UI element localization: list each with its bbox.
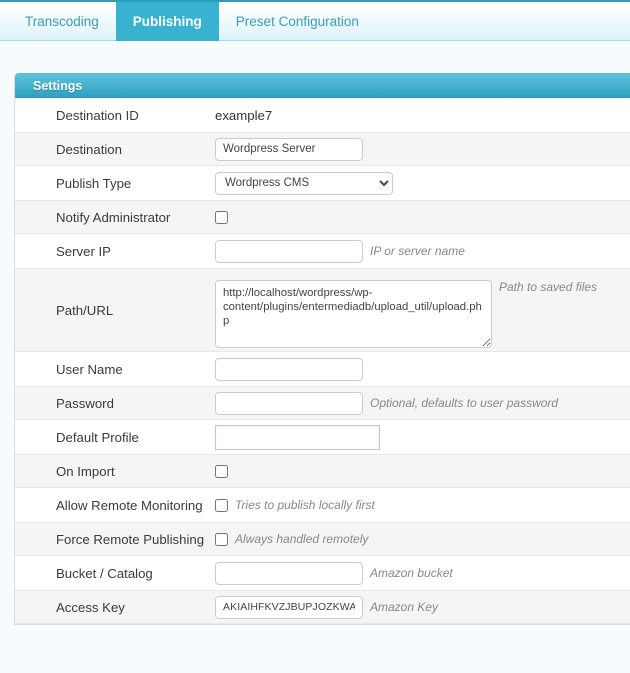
settings-panel-header: Settings xyxy=(15,73,630,98)
allow-remote-monitoring-checkbox[interactable] xyxy=(215,498,228,512)
row-default-profile: Default Profile xyxy=(15,420,630,454)
hint-bucket-catalog: Amazon bucket xyxy=(370,566,453,580)
row-user-name: User Name xyxy=(15,352,630,386)
field-force-remote-publishing: Always handled remotely xyxy=(215,532,630,546)
row-destination: Destination xyxy=(15,132,630,166)
field-access-key: Amazon Key xyxy=(215,595,630,619)
notify-administrator-checkbox[interactable] xyxy=(215,210,228,224)
row-password: Password Optional, defaults to user pass… xyxy=(15,386,630,420)
default-profile-input[interactable] xyxy=(215,424,380,450)
password-input[interactable] xyxy=(215,391,363,415)
user-name-input[interactable] xyxy=(215,357,363,381)
row-notify-administrator: Notify Administrator xyxy=(15,200,630,234)
row-access-key: Access Key Amazon Key xyxy=(15,590,630,624)
tab-publishing[interactable]: Publishing xyxy=(115,2,219,41)
label-access-key: Access Key xyxy=(56,599,125,615)
field-destination-id: example7 xyxy=(215,108,630,123)
settings-panel: Settings Destination ID example7 Destina… xyxy=(14,73,630,625)
label-user-name: User Name xyxy=(56,361,123,377)
field-allow-remote-monitoring: Tries to publish locally first xyxy=(215,498,630,512)
label-on-import: On Import xyxy=(56,463,115,479)
server-ip-input[interactable] xyxy=(215,239,363,263)
field-publish-type: Wordpress CMS xyxy=(215,171,630,195)
row-force-remote-publishing: Force Remote Publishing Always handled r… xyxy=(15,522,630,556)
label-publish-type: Publish Type xyxy=(56,175,132,191)
label-password: Password xyxy=(56,395,114,411)
field-path-url: http://localhost/wordpress/wp-content/pl… xyxy=(215,272,630,348)
hint-path-url: Path to saved files xyxy=(499,280,598,294)
label-path-url: Path/URL xyxy=(56,302,114,318)
tab-transcoding-label: Transcoding xyxy=(25,14,99,29)
path-url-textarea[interactable]: http://localhost/wordpress/wp-content/pl… xyxy=(215,280,492,348)
field-on-import xyxy=(215,464,630,478)
access-key-input[interactable] xyxy=(215,595,363,619)
row-server-ip: Server IP IP or server name xyxy=(15,234,630,268)
publish-type-select[interactable]: Wordpress CMS xyxy=(215,171,393,195)
tab-bar: Transcoding Publishing Preset Configurat… xyxy=(0,0,630,41)
tab-transcoding[interactable]: Transcoding xyxy=(8,2,116,41)
settings-panel-title: Settings xyxy=(33,78,83,93)
label-bucket-catalog: Bucket / Catalog xyxy=(56,565,153,581)
row-publish-type: Publish Type Wordpress CMS xyxy=(15,166,630,200)
row-bucket-catalog: Bucket / Catalog Amazon bucket xyxy=(15,556,630,590)
settings-form: Destination ID example7 Destination Publ… xyxy=(15,98,630,624)
label-notify-administrator: Notify Administrator xyxy=(56,209,171,225)
hint-allow-remote-monitoring: Tries to publish locally first xyxy=(235,498,375,512)
bucket-catalog-input[interactable] xyxy=(215,561,363,585)
label-server-ip: Server IP xyxy=(56,243,111,259)
label-destination-id: Destination ID xyxy=(56,107,139,123)
field-default-profile xyxy=(215,424,630,450)
hint-password: Optional, defaults to user password xyxy=(370,396,559,410)
hint-server-ip: IP or server name xyxy=(370,244,465,258)
hint-access-key: Amazon Key xyxy=(370,600,439,614)
field-server-ip: IP or server name xyxy=(215,239,630,263)
tab-preset-configuration[interactable]: Preset Configuration xyxy=(219,2,376,41)
field-destination xyxy=(215,137,630,161)
row-on-import: On Import xyxy=(15,454,630,488)
destination-input[interactable] xyxy=(215,137,363,161)
label-allow-remote-monitoring: Allow Remote Monitoring xyxy=(56,497,203,513)
force-remote-publishing-checkbox[interactable] xyxy=(215,532,228,546)
field-bucket-catalog: Amazon bucket xyxy=(215,561,630,585)
value-destination-id: example7 xyxy=(215,107,273,123)
row-allow-remote-monitoring: Allow Remote Monitoring Tries to publish… xyxy=(15,488,630,522)
field-notify-administrator xyxy=(215,210,630,224)
tab-preset-configuration-label: Preset Configuration xyxy=(235,14,359,29)
tab-publishing-label: Publishing xyxy=(132,14,202,29)
label-destination: Destination xyxy=(56,141,122,157)
field-user-name xyxy=(215,357,630,381)
on-import-checkbox[interactable] xyxy=(215,464,228,478)
label-force-remote-publishing: Force Remote Publishing xyxy=(56,531,205,547)
field-password: Optional, defaults to user password xyxy=(215,391,630,415)
row-destination-id: Destination ID example7 xyxy=(15,98,630,132)
label-default-profile: Default Profile xyxy=(56,429,139,445)
row-path-url: Path/URL http://localhost/wordpress/wp-c… xyxy=(15,268,630,352)
hint-force-remote-publishing: Always handled remotely xyxy=(235,532,369,546)
